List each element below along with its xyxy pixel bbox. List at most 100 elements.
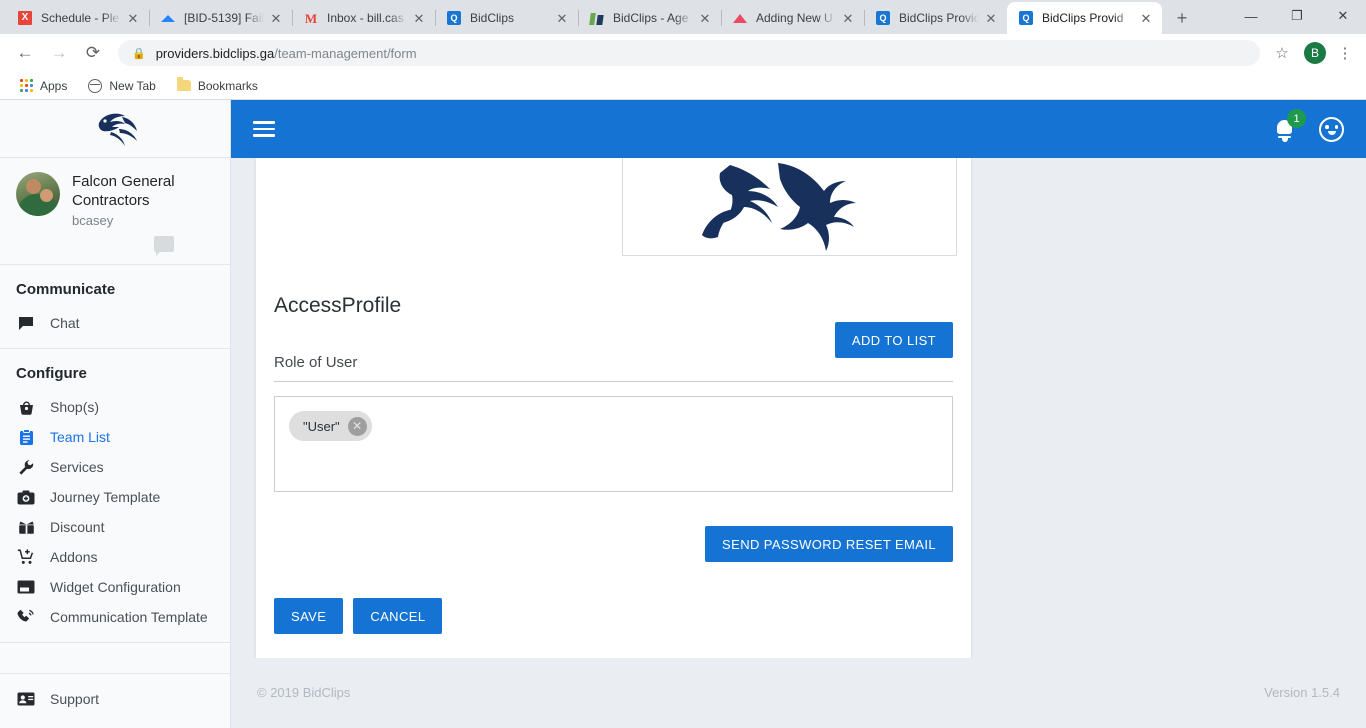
sidebar-logo[interactable] (0, 100, 230, 158)
sidebar-item-addons[interactable]: Addons (0, 542, 230, 572)
drive-icon (732, 10, 748, 26)
browser-tab[interactable]: M Inbox - bill.cas ✕ (292, 2, 435, 34)
clipboard-icon (16, 428, 36, 446)
sidebar-item-journey-template[interactable]: Journey Template (0, 482, 230, 512)
role-field-row: Role of User ADD TO LIST (274, 322, 953, 382)
close-icon[interactable]: ✕ (697, 10, 713, 26)
hamburger-icon[interactable] (249, 114, 279, 144)
sidebar-item-shops[interactable]: Shop(s) (0, 392, 230, 422)
sidebar-item-label: Communication Template (50, 609, 208, 625)
sidebar-item-label: Shop(s) (50, 399, 100, 415)
browser-toolbar: ← → ⟳ 🔒 providers.bidclips.ga/team-manag… (0, 34, 1366, 72)
maximize-button[interactable]: ❐ (1274, 0, 1320, 32)
bookmark-label: Bookmarks (197, 78, 258, 93)
close-icon[interactable]: ✕ (1138, 10, 1154, 26)
browser-tab[interactable]: [BID-5139] Fail ✕ (149, 2, 292, 34)
bookmark-label: New Tab (109, 78, 156, 93)
browser-tab[interactable]: Adding New U ✕ (721, 2, 864, 34)
browser-profile-avatar[interactable]: B (1304, 42, 1326, 64)
bidclips-icon: Q (875, 10, 891, 26)
form-card: AccessProfile Role of User ADD TO LIST "… (256, 158, 971, 658)
browser-tab[interactable]: BidClips - Age ✕ (578, 2, 721, 34)
url-domain: providers.bidclips.ga (155, 45, 275, 61)
url-text: providers.bidclips.ga/team-management/fo… (156, 46, 417, 61)
user-company-name: Falcon General Contractors (72, 173, 175, 209)
notifications-button[interactable]: 1 (1273, 109, 1306, 142)
jira-icon (160, 10, 176, 26)
sidebar-item-label: Team List (50, 429, 110, 445)
schedule-icon: X (17, 10, 33, 26)
bookmark-folder[interactable]: Bookmarks (168, 75, 266, 97)
cancel-button[interactable]: CANCEL (353, 598, 443, 634)
footer-copyright: © 2019 BidClips (257, 684, 351, 700)
company-logo-preview (622, 158, 957, 256)
back-icon[interactable]: ← (10, 38, 40, 68)
close-icon[interactable]: ✕ (840, 10, 856, 26)
tab-title: BidClips (470, 11, 515, 25)
role-field-label: Role of User (274, 354, 358, 371)
sidebar-item-chat[interactable]: Chat (0, 308, 230, 338)
bookmark-apps[interactable]: Apps (10, 75, 75, 97)
notification-badge: 1 (1287, 109, 1306, 128)
phone-icon (16, 609, 36, 625)
browser-tab[interactable]: X Schedule - Ple ✕ (6, 2, 149, 34)
sidebar-item-label: Addons (50, 549, 98, 565)
sidebar-user-block: Falcon General Contractors bcasey (0, 158, 230, 265)
tab-title: Inbox - bill.cas (327, 11, 404, 25)
url-path: /team-management/form (274, 45, 417, 61)
bookmark-label: Apps (40, 78, 68, 93)
sidebar-item-team-list[interactable]: Team List (0, 422, 230, 452)
top-app-bar: 1 (231, 100, 1366, 158)
basket-icon (16, 400, 36, 415)
bookmark-new-tab[interactable]: New Tab (79, 75, 163, 97)
close-icon[interactable]: ✕ (554, 10, 570, 26)
close-icon[interactable]: ✕ (125, 10, 141, 26)
browser-tab-active[interactable]: Q BidClips Provid ✕ (1007, 2, 1162, 34)
address-bar[interactable]: 🔒 providers.bidclips.ga/team-management/… (118, 40, 1260, 66)
sidebar: Falcon General Contractors bcasey Commun… (0, 100, 231, 728)
remove-chip-icon[interactable]: ✕ (347, 416, 367, 436)
add-to-list-button[interactable]: ADD TO LIST (834, 322, 953, 358)
apps-grid-icon (18, 78, 34, 94)
new-tab-button[interactable]: + (1168, 4, 1196, 32)
content-scroll-region: AccessProfile Role of User ADD TO LIST "… (231, 158, 1366, 728)
send-password-reset-email-button[interactable]: SEND PASSWORD RESET EMAIL (705, 526, 953, 562)
app-window: Falcon General Contractors bcasey Commun… (0, 100, 1366, 728)
sidebar-item-discount[interactable]: Discount (0, 512, 230, 542)
browser-chrome: X Schedule - Ple ✕ [BID-5139] Fail ✕ M I… (0, 0, 1366, 100)
role-chip-area[interactable]: "User" ✕ (274, 396, 953, 492)
close-icon[interactable]: ✕ (268, 10, 284, 26)
tab-strip: X Schedule - Ple ✕ [BID-5139] Fail ✕ M I… (0, 0, 1366, 34)
sidebar-item-services[interactable]: Services (0, 452, 230, 482)
user-handle: bcasey (72, 213, 114, 228)
browser-menu-icon[interactable]: ⋮ (1334, 39, 1356, 67)
save-button[interactable]: SAVE (274, 598, 344, 634)
gift-icon (16, 520, 36, 535)
reload-icon[interactable]: ⟳ (78, 38, 108, 68)
chat-bubble-icon[interactable] (154, 236, 174, 256)
forward-icon[interactable]: → (44, 38, 74, 68)
face-icon[interactable] (1319, 116, 1344, 142)
minimize-button[interactable]: — (1228, 0, 1274, 32)
sidebar-item-widget-configuration[interactable]: Widget Configuration (0, 572, 230, 602)
globe-icon (87, 78, 103, 94)
close-window-button[interactable]: ✕ (1320, 0, 1366, 32)
close-icon[interactable]: ✕ (411, 10, 427, 26)
bidclips-icon: Q (1018, 10, 1034, 26)
sidebar-item-label: Journey Template (50, 489, 161, 505)
close-icon[interactable]: ✕ (983, 10, 999, 26)
footer-version: Version 1.5.4 (1264, 684, 1340, 700)
gmail-icon: M (304, 10, 318, 26)
bookmark-star-icon[interactable]: ☆ (1268, 39, 1296, 67)
browser-tab[interactable]: Q BidClips Provid ✕ (864, 2, 1007, 34)
contact-card-icon (16, 692, 36, 706)
cart-icon (16, 549, 36, 565)
role-chip[interactable]: "User" ✕ (289, 411, 372, 441)
sidebar-item-communication-template[interactable]: Communication Template (0, 602, 230, 632)
sidebar-item-support[interactable]: Support (0, 684, 230, 714)
tab-title: Adding New U (756, 11, 833, 25)
folder-icon (176, 77, 192, 94)
lock-icon: 🔒 (132, 47, 146, 60)
browser-tab[interactable]: Q BidClips ✕ (435, 2, 578, 34)
